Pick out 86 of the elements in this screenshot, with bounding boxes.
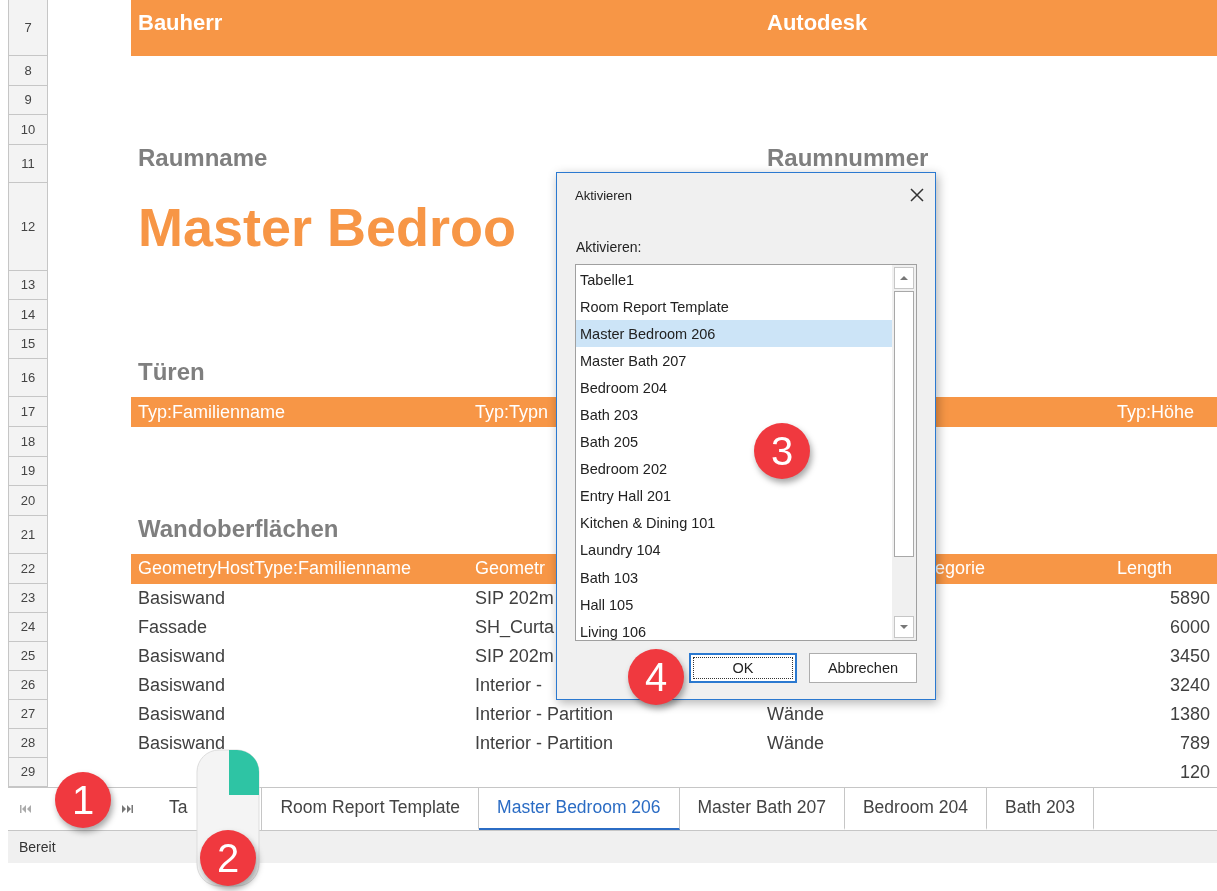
table-cell-text: 1380 — [1168, 703, 1211, 725]
row-number: 18 — [8, 427, 48, 457]
row-number: 25 — [8, 641, 48, 671]
table-cell-text: 6000 — [1168, 616, 1211, 638]
section-label: Raumnummer — [766, 144, 930, 170]
close-icon[interactable] — [909, 187, 925, 203]
table-cell-text: 5890 — [1168, 587, 1211, 609]
row-number: 23 — [8, 583, 48, 613]
table-cell-text: Interior - — [474, 674, 544, 696]
list-item[interactable]: Room Report Template — [576, 293, 733, 321]
row-number: 29 — [8, 757, 48, 787]
status-text: Bereit — [19, 838, 56, 855]
row-number: 17 — [8, 397, 48, 427]
sheet-tab[interactable]: Master Bedroom 206 — [479, 787, 680, 830]
list-label: Aktivieren: — [576, 239, 642, 255]
table-cell-text: Basiswand — [137, 674, 227, 696]
list-item[interactable]: Laundry 104 — [576, 536, 665, 565]
table-cell-text: 120 — [1178, 761, 1211, 783]
row-number: 7 — [8, 0, 48, 56]
list-item[interactable]: Kitchen & Dining 101 — [576, 509, 720, 537]
list-item[interactable]: Master Bath 207 — [576, 347, 691, 375]
row-number: 8 — [8, 56, 48, 86]
first-sheet-icon[interactable] — [20, 803, 32, 814]
column-header: Typ:Familienname — [137, 401, 287, 423]
scrollbar[interactable] — [892, 265, 916, 640]
row-number: 27 — [8, 699, 48, 729]
table-cell-text: SH_Curta — [474, 616, 556, 638]
list-item[interactable]: Master Bedroom 206 — [576, 320, 892, 348]
table-cell-text: Interior - Partition — [474, 703, 615, 725]
row-number: 26 — [8, 670, 48, 700]
column-header: Geometr — [474, 558, 547, 579]
table-cell-text: SIP 202m — [474, 645, 555, 667]
table-cell-text: Wände — [766, 703, 826, 725]
table-cell-text: 3240 — [1168, 674, 1211, 696]
cancel-button[interactable]: Abbrechen — [809, 653, 917, 683]
section-label: Wandoberflächen — [137, 515, 340, 541]
table-cell-text: 3450 — [1168, 645, 1211, 667]
scroll-up-icon[interactable] — [894, 267, 914, 289]
scroll-down-icon[interactable] — [894, 616, 914, 638]
header-text: Autodesk — [766, 9, 869, 36]
row-number: 21 — [8, 515, 48, 554]
row-number: 13 — [8, 270, 48, 300]
row-number: 14 — [8, 300, 48, 330]
row-number: 24 — [8, 612, 48, 642]
table-cell-text: Interior - Partition — [474, 732, 615, 754]
table-cell-text: 789 — [1178, 732, 1211, 754]
row-number: 10 — [8, 115, 48, 145]
table-cell-text: Basiswand — [137, 703, 227, 725]
list-item[interactable]: Bath 205 — [576, 428, 643, 456]
column-header: Length — [1116, 558, 1174, 579]
column-header: egorie — [934, 558, 987, 579]
ok-button[interactable]: OK — [689, 653, 797, 683]
list-item[interactable]: Living 106 — [576, 618, 651, 640]
table-cell-text: SIP 202m — [474, 587, 555, 609]
table-cell-text: Basiswand — [137, 732, 227, 754]
row-number: 9 — [8, 85, 48, 115]
table-cell-text: Fassade — [137, 616, 209, 638]
row-number: 28 — [8, 728, 48, 758]
list-item[interactable]: Bath 103 — [576, 564, 643, 592]
section-label: Raumname — [137, 144, 269, 170]
column-header: Typ:Typn — [474, 401, 550, 423]
room-name-title: Master Bedroo — [137, 195, 518, 258]
row-number: 19 — [8, 456, 48, 486]
table-cell-text: Wände — [766, 732, 826, 754]
row-number: 11 — [8, 144, 48, 183]
dialog-title: Aktivieren — [575, 187, 633, 203]
list-item[interactable]: Entry Hall 201 — [576, 482, 676, 510]
column-header: Typ:Höhe — [1116, 401, 1196, 423]
column-header: GeometryHostType:Familienname — [137, 558, 413, 579]
list-item[interactable]: Hall 105 — [576, 591, 638, 619]
row-number: 22 — [8, 553, 48, 584]
table-cell-text: Basiswand — [137, 587, 227, 609]
last-sheet-icon[interactable] — [121, 803, 133, 814]
list-item[interactable]: Bath 203 — [576, 401, 643, 429]
row-number: 16 — [8, 359, 48, 397]
step-number-badge: 1 — [55, 772, 111, 828]
scroll-thumb[interactable] — [894, 291, 914, 557]
table-cell-text: Basiswand — [137, 645, 227, 667]
list-item[interactable]: Bedroom 204 — [576, 374, 672, 402]
row-number: 12 — [8, 182, 48, 271]
row-number: 20 — [8, 486, 48, 516]
row-number: 15 — [8, 329, 48, 359]
header-text: Bauherr — [137, 9, 224, 36]
section-label: Türen — [137, 359, 206, 385]
list-item[interactable]: Tabelle1 — [576, 266, 638, 294]
list-item[interactable]: Bedroom 202 — [576, 455, 672, 483]
